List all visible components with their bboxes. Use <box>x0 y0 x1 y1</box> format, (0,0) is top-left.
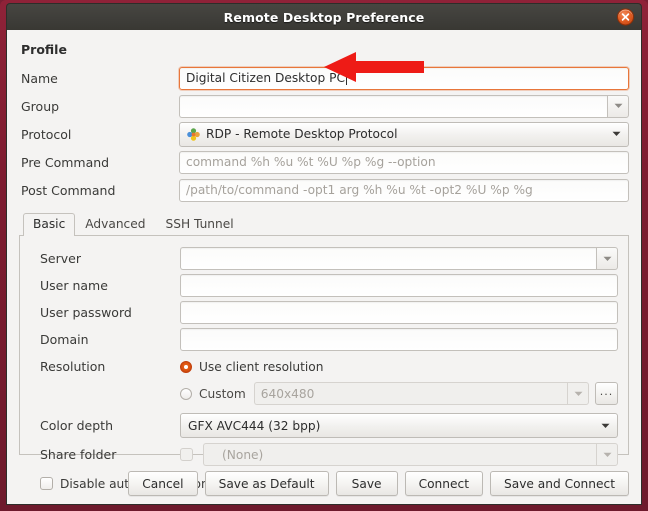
settings-notebook: Basic Advanced SSH Tunnel Server User na… <box>19 213 629 491</box>
pre-command-placeholder: command %h %u %t %U %p %g --option <box>186 155 436 169</box>
close-icon[interactable] <box>617 8 634 26</box>
chevron-down-icon[interactable] <box>607 94 629 118</box>
label-user-name: User name <box>40 278 108 293</box>
chevron-down-icon[interactable] <box>596 247 618 270</box>
tab-panel-basic: Server User name User password Domain Re… <box>19 236 629 491</box>
text-caret <box>345 71 347 85</box>
pre-command-input[interactable]: command %h %u %t %U %p %g --option <box>179 150 629 174</box>
label-server: Server <box>40 251 81 266</box>
radio-indicator-selected[interactable] <box>180 360 192 373</box>
field-row-protocol: Protocol RDP - Remote Desktop Protocol <box>19 121 629 147</box>
group-combobox[interactable] <box>179 94 629 118</box>
server-input[interactable] <box>180 247 596 270</box>
rdp-icon <box>187 127 200 141</box>
tab-ssh-tunnel[interactable]: SSH Tunnel <box>155 213 243 236</box>
field-row-server: Server <box>30 246 618 271</box>
label-user-password: User password <box>40 305 132 320</box>
field-row-pre-command: Pre Command command %h %u %t %U %p %g --… <box>19 149 629 175</box>
label-pre-command: Pre Command <box>21 154 110 170</box>
domain-input[interactable] <box>180 328 618 351</box>
color-depth-dropdown[interactable]: GFX AVC444 (32 bpp) <box>180 413 618 438</box>
chevron-down-icon[interactable] <box>567 382 589 405</box>
profile-section-title: Profile <box>21 42 67 57</box>
window-title: Remote Desktop Preference <box>223 9 425 25</box>
protocol-dropdown[interactable]: RDP - Remote Desktop Protocol <box>179 121 629 147</box>
radio-custom-resolution[interactable]: Custom <box>180 383 246 405</box>
chevron-down-icon[interactable] <box>596 443 618 466</box>
remote-desktop-preference-window: Remote Desktop Preference Profile Name D… <box>0 0 648 511</box>
field-row-share-folder: Share folder (None) <box>30 442 618 467</box>
protocol-value: RDP - Remote Desktop Protocol <box>206 127 398 141</box>
save-and-connect-button[interactable]: Save and Connect <box>490 471 629 496</box>
user-name-input[interactable] <box>180 274 618 297</box>
user-password-input[interactable] <box>180 301 618 324</box>
field-row-group: Group <box>19 93 629 119</box>
save-as-default-button[interactable]: Save as Default <box>204 471 329 496</box>
label-name: Name <box>21 70 58 86</box>
label-resolution: Resolution <box>40 359 106 374</box>
label-protocol: Protocol <box>21 126 72 142</box>
label-group: Group <box>21 98 60 114</box>
share-folder-combobox[interactable]: (None) <box>203 443 618 466</box>
custom-resolution-combobox[interactable]: 640x480 <box>253 382 589 405</box>
action-button-bar: Cancel Save as Default Save Connect Save… <box>19 471 629 496</box>
tab-basic[interactable]: Basic <box>23 213 76 236</box>
field-row-resolution: Resolution Use client resolution <box>30 354 618 379</box>
title-bar: Remote Desktop Preference <box>6 3 642 30</box>
radio-use-client-resolution[interactable]: Use client resolution <box>180 356 324 378</box>
label-post-command: Post Command <box>21 182 116 198</box>
radio-label-use-client-resolution: Use client resolution <box>199 359 324 374</box>
radio-indicator-custom[interactable] <box>180 387 192 400</box>
field-row-resolution-custom: Custom 640x480 ... <box>30 381 618 406</box>
name-input-value: Digital Citizen Desktop PC <box>186 71 345 85</box>
server-combobox[interactable] <box>180 247 618 270</box>
field-row-color-depth: Color depth GFX AVC444 (32 bpp) <box>30 413 618 438</box>
save-button[interactable]: Save <box>335 471 398 496</box>
dialog-body: Profile Name Digital Citizen Desktop PC … <box>6 30 642 505</box>
chevron-down-icon <box>601 423 610 428</box>
radio-label-custom: Custom <box>199 386 246 401</box>
field-row-domain: Domain <box>30 327 618 352</box>
resolution-browse-button[interactable]: ... <box>595 382 618 405</box>
chevron-down-icon <box>612 131 621 136</box>
share-folder-checkbox[interactable] <box>180 448 193 461</box>
field-row-name: Name Digital Citizen Desktop PC <box>19 65 629 91</box>
name-input[interactable]: Digital Citizen Desktop PC <box>179 66 629 90</box>
field-row-post-command: Post Command /path/to/command -opt1 arg … <box>19 177 629 203</box>
tab-strip: Basic Advanced SSH Tunnel <box>19 213 629 236</box>
post-command-input[interactable]: /path/to/command -opt1 arg %h %u %t -opt… <box>179 178 629 202</box>
custom-resolution-value: 640x480 <box>253 382 567 405</box>
color-depth-value: GFX AVC444 (32 bpp) <box>188 418 321 433</box>
label-share-folder: Share folder <box>40 447 117 462</box>
field-row-user-name: User name <box>30 273 618 298</box>
label-color-depth: Color depth <box>40 418 113 433</box>
group-input[interactable] <box>179 94 607 118</box>
label-domain: Domain <box>40 332 89 347</box>
cancel-button[interactable]: Cancel <box>128 471 198 496</box>
tab-advanced[interactable]: Advanced <box>75 213 155 236</box>
post-command-placeholder: /path/to/command -opt1 arg %h %u %t -opt… <box>186 183 533 197</box>
connect-button[interactable]: Connect <box>404 471 483 496</box>
share-folder-value: (None) <box>203 443 596 466</box>
field-row-user-password: User password <box>30 300 618 325</box>
